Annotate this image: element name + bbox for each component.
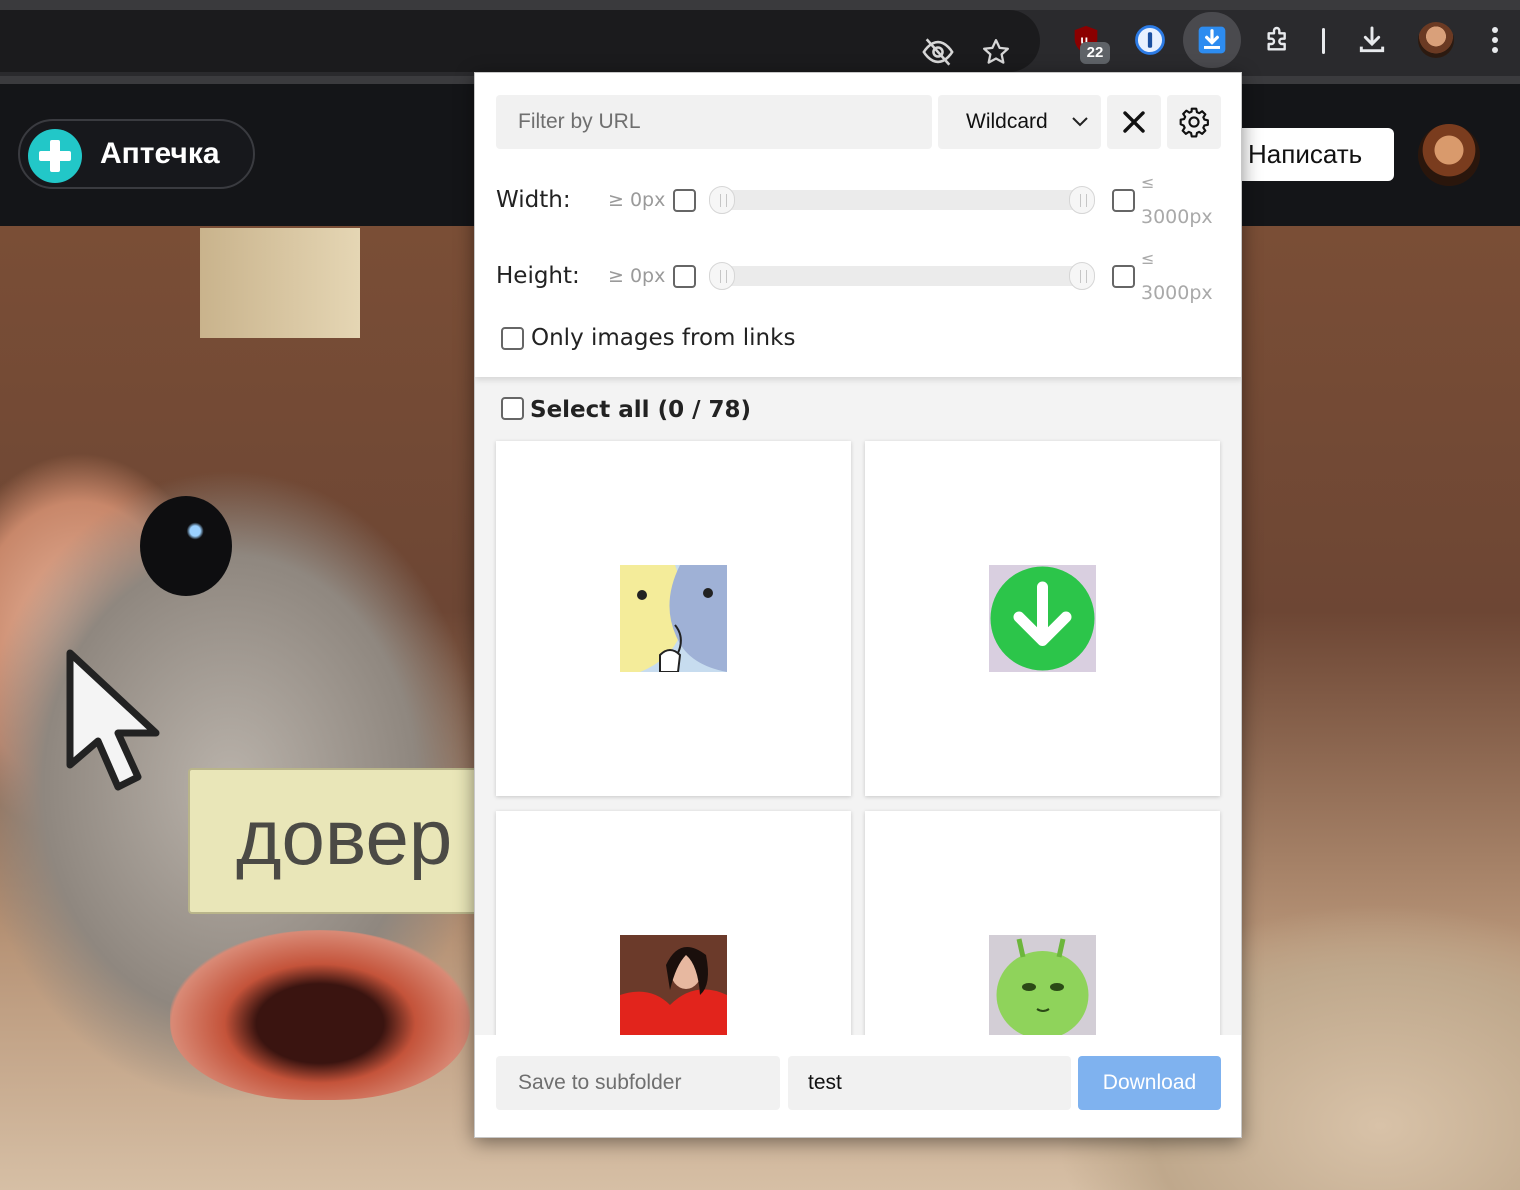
rat-eye bbox=[140, 496, 232, 596]
cartoon-birds-thumbnail bbox=[620, 565, 727, 672]
screen: u 22 Аптечка Написать довер Filter by UR… bbox=[0, 0, 1520, 1190]
toolbar-divider bbox=[1322, 28, 1325, 54]
image-card[interactable] bbox=[865, 441, 1220, 796]
image-card[interactable] bbox=[496, 811, 851, 1035]
user-avatar[interactable] bbox=[1418, 124, 1480, 186]
image-downloader-icon[interactable] bbox=[1190, 18, 1234, 62]
rat-mouth bbox=[170, 930, 470, 1100]
close-icon bbox=[1123, 111, 1145, 133]
woman-red-shirt-thumbnail bbox=[620, 935, 727, 1035]
image-card[interactable] bbox=[865, 811, 1220, 1035]
filters-panel: Wildcard Width: ≥ 0px ≤ 3000px bbox=[475, 73, 1241, 377]
height-min-handle[interactable] bbox=[709, 262, 735, 290]
width-range-slider[interactable] bbox=[709, 186, 1095, 214]
height-min-checkbox[interactable] bbox=[673, 265, 696, 288]
image-card[interactable] bbox=[496, 441, 851, 796]
gear-icon bbox=[1179, 107, 1209, 138]
chevron-down-icon bbox=[1071, 95, 1089, 149]
downloads-icon[interactable] bbox=[1350, 18, 1394, 62]
width-min-checkbox[interactable] bbox=[673, 189, 696, 212]
site-logo[interactable]: Аптечка bbox=[18, 119, 255, 189]
height-max-sign: ≤ bbox=[1141, 249, 1155, 268]
tab-strip bbox=[0, 0, 1520, 10]
height-max-handle[interactable] bbox=[1069, 262, 1095, 290]
width-min-value: ≥ 0px bbox=[608, 189, 666, 211]
options-button[interactable] bbox=[1167, 95, 1221, 149]
download-button[interactable]: Download bbox=[1078, 1056, 1221, 1110]
width-max-value: 3000px bbox=[1141, 206, 1213, 228]
subfolder-input[interactable] bbox=[496, 1056, 780, 1110]
photo-window-highlight bbox=[200, 228, 360, 338]
filename-input[interactable] bbox=[788, 1056, 1071, 1110]
height-max-value: 3000px bbox=[1141, 282, 1213, 304]
ublock-badge: 22 bbox=[1080, 42, 1110, 64]
select-all-label: Select all (0 / 78) bbox=[530, 397, 752, 423]
kebab-menu-icon[interactable] bbox=[1473, 18, 1517, 62]
profile-avatar[interactable] bbox=[1418, 22, 1454, 58]
sign-text: довер bbox=[236, 793, 453, 881]
height-min-value: ≥ 0px bbox=[608, 265, 666, 287]
image-gallery: Select all (0 / 78) bbox=[475, 377, 1241, 1035]
download-footer: Download bbox=[475, 1035, 1241, 1137]
green-alien-cat-thumbnail bbox=[989, 935, 1096, 1035]
filter-mode-value: Wildcard bbox=[966, 110, 1048, 133]
onepassword-icon[interactable] bbox=[1128, 18, 1172, 62]
filter-mode-select[interactable]: Wildcard bbox=[938, 95, 1101, 149]
height-label: Height: bbox=[496, 263, 580, 289]
width-label: Width: bbox=[496, 187, 571, 213]
write-button[interactable]: Написать bbox=[1232, 128, 1394, 181]
only-links-label: Only images from links bbox=[531, 325, 796, 351]
width-max-sign: ≤ bbox=[1141, 173, 1155, 192]
only-links-checkbox[interactable] bbox=[501, 327, 524, 350]
medical-cross-icon bbox=[28, 129, 82, 183]
height-range-slider[interactable] bbox=[709, 262, 1095, 290]
height-max-checkbox[interactable] bbox=[1112, 265, 1135, 288]
width-min-handle[interactable] bbox=[709, 186, 735, 214]
pointer-cursor-icon bbox=[66, 649, 160, 791]
width-max-checkbox[interactable] bbox=[1112, 189, 1135, 212]
width-max-handle[interactable] bbox=[1069, 186, 1095, 214]
photo-sign: довер bbox=[188, 768, 488, 914]
site-logo-text: Аптечка bbox=[100, 137, 220, 170]
select-all-checkbox[interactable] bbox=[501, 397, 524, 420]
image-downloader-popup: Wildcard Width: ≥ 0px ≤ 3000px bbox=[474, 72, 1242, 1138]
bookmark-star-icon[interactable] bbox=[978, 34, 1014, 70]
green-download-arrow-thumbnail bbox=[989, 565, 1096, 672]
extensions-puzzle-icon[interactable] bbox=[1256, 18, 1300, 62]
clear-filter-button[interactable] bbox=[1107, 95, 1161, 149]
url-filter-input[interactable] bbox=[496, 95, 932, 149]
eye-off-icon[interactable] bbox=[920, 34, 956, 70]
address-bar[interactable] bbox=[0, 10, 1040, 72]
